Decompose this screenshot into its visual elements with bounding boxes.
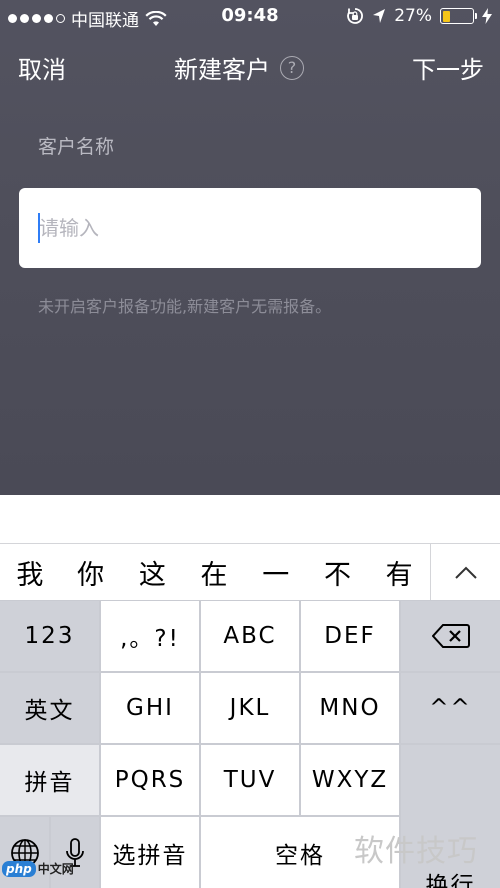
key-jkl[interactable]: JKL [201, 673, 299, 743]
backspace-icon [431, 624, 470, 648]
key-wxyz[interactable]: WXYZ [301, 745, 399, 815]
key-english[interactable]: 英文 [0, 673, 99, 743]
candidate-word[interactable]: 在 [183, 553, 245, 592]
location-arrow-icon [373, 9, 386, 23]
customer-name-label: 客户名称 [38, 136, 115, 158]
customer-name-input[interactable] [19, 188, 481, 268]
key-123[interactable]: 123 [0, 601, 99, 671]
app-screen: 中国联通 09:48 27% 取消 新建客户 ? 下一步 客户名称 请输入 未开… [0, 0, 500, 495]
key-tuv[interactable]: TUV [201, 745, 299, 815]
key-def[interactable]: DEF [301, 601, 399, 671]
key-abc[interactable]: ABC [201, 601, 299, 671]
candidate-word[interactable]: 不 [307, 553, 369, 592]
report-hint-text: 未开启客户报备功能,新建客户无需报备。 [38, 297, 332, 316]
mic-key[interactable] [51, 817, 99, 888]
battery-fill [442, 10, 451, 22]
charging-bolt-icon [482, 8, 492, 24]
page-title-text: 新建客户 [174, 56, 270, 84]
status-right: 27% [346, 6, 492, 26]
candidate-word[interactable]: 一 [245, 553, 307, 592]
candidate-word[interactable]: 有 [368, 553, 430, 592]
key-pinyin[interactable]: 拼音 [0, 745, 99, 815]
key-emoticon[interactable]: ^^ [401, 673, 500, 743]
candidate-bar: 我 你 这 在 一 不 有 [0, 543, 500, 601]
battery-icon [440, 8, 477, 24]
watermark-text: 软件技巧 [354, 834, 478, 869]
status-bar: 中国联通 09:48 27% [0, 0, 500, 32]
chevron-up-icon [454, 566, 477, 579]
text-cursor [38, 213, 40, 243]
page-title: 新建客户 ? [174, 50, 304, 85]
key-punctuation[interactable]: ,。?! [101, 601, 199, 671]
backspace-key[interactable] [401, 601, 500, 671]
nav-bar: 取消 新建客户 ? 下一步 [0, 44, 500, 90]
php-logo-text: 中文网 [37, 862, 74, 876]
candidate-word[interactable]: 你 [60, 553, 122, 592]
globe-key[interactable] [0, 817, 49, 888]
candidate-word[interactable]: 我 [0, 553, 60, 592]
key-pqrs[interactable]: PQRS [101, 745, 199, 815]
rotation-lock-icon [347, 8, 364, 24]
next-step-button[interactable]: 下一步 [412, 50, 484, 85]
help-icon[interactable]: ? [280, 55, 304, 80]
candidate-list: 我 你 这 在 一 不 有 [0, 544, 430, 600]
php-logo: php 中文网 [2, 860, 74, 877]
candidate-word[interactable]: 这 [122, 553, 184, 592]
key-mno[interactable]: MNO [301, 673, 399, 743]
key-ghi[interactable]: GHI [101, 673, 199, 743]
cancel-button[interactable]: 取消 [18, 50, 66, 85]
php-logo-badge: php [2, 860, 36, 877]
battery-percent: 27% [394, 6, 432, 26]
expand-candidates-button[interactable] [430, 544, 500, 601]
select-pinyin-key[interactable]: 选拼音 [101, 817, 199, 888]
